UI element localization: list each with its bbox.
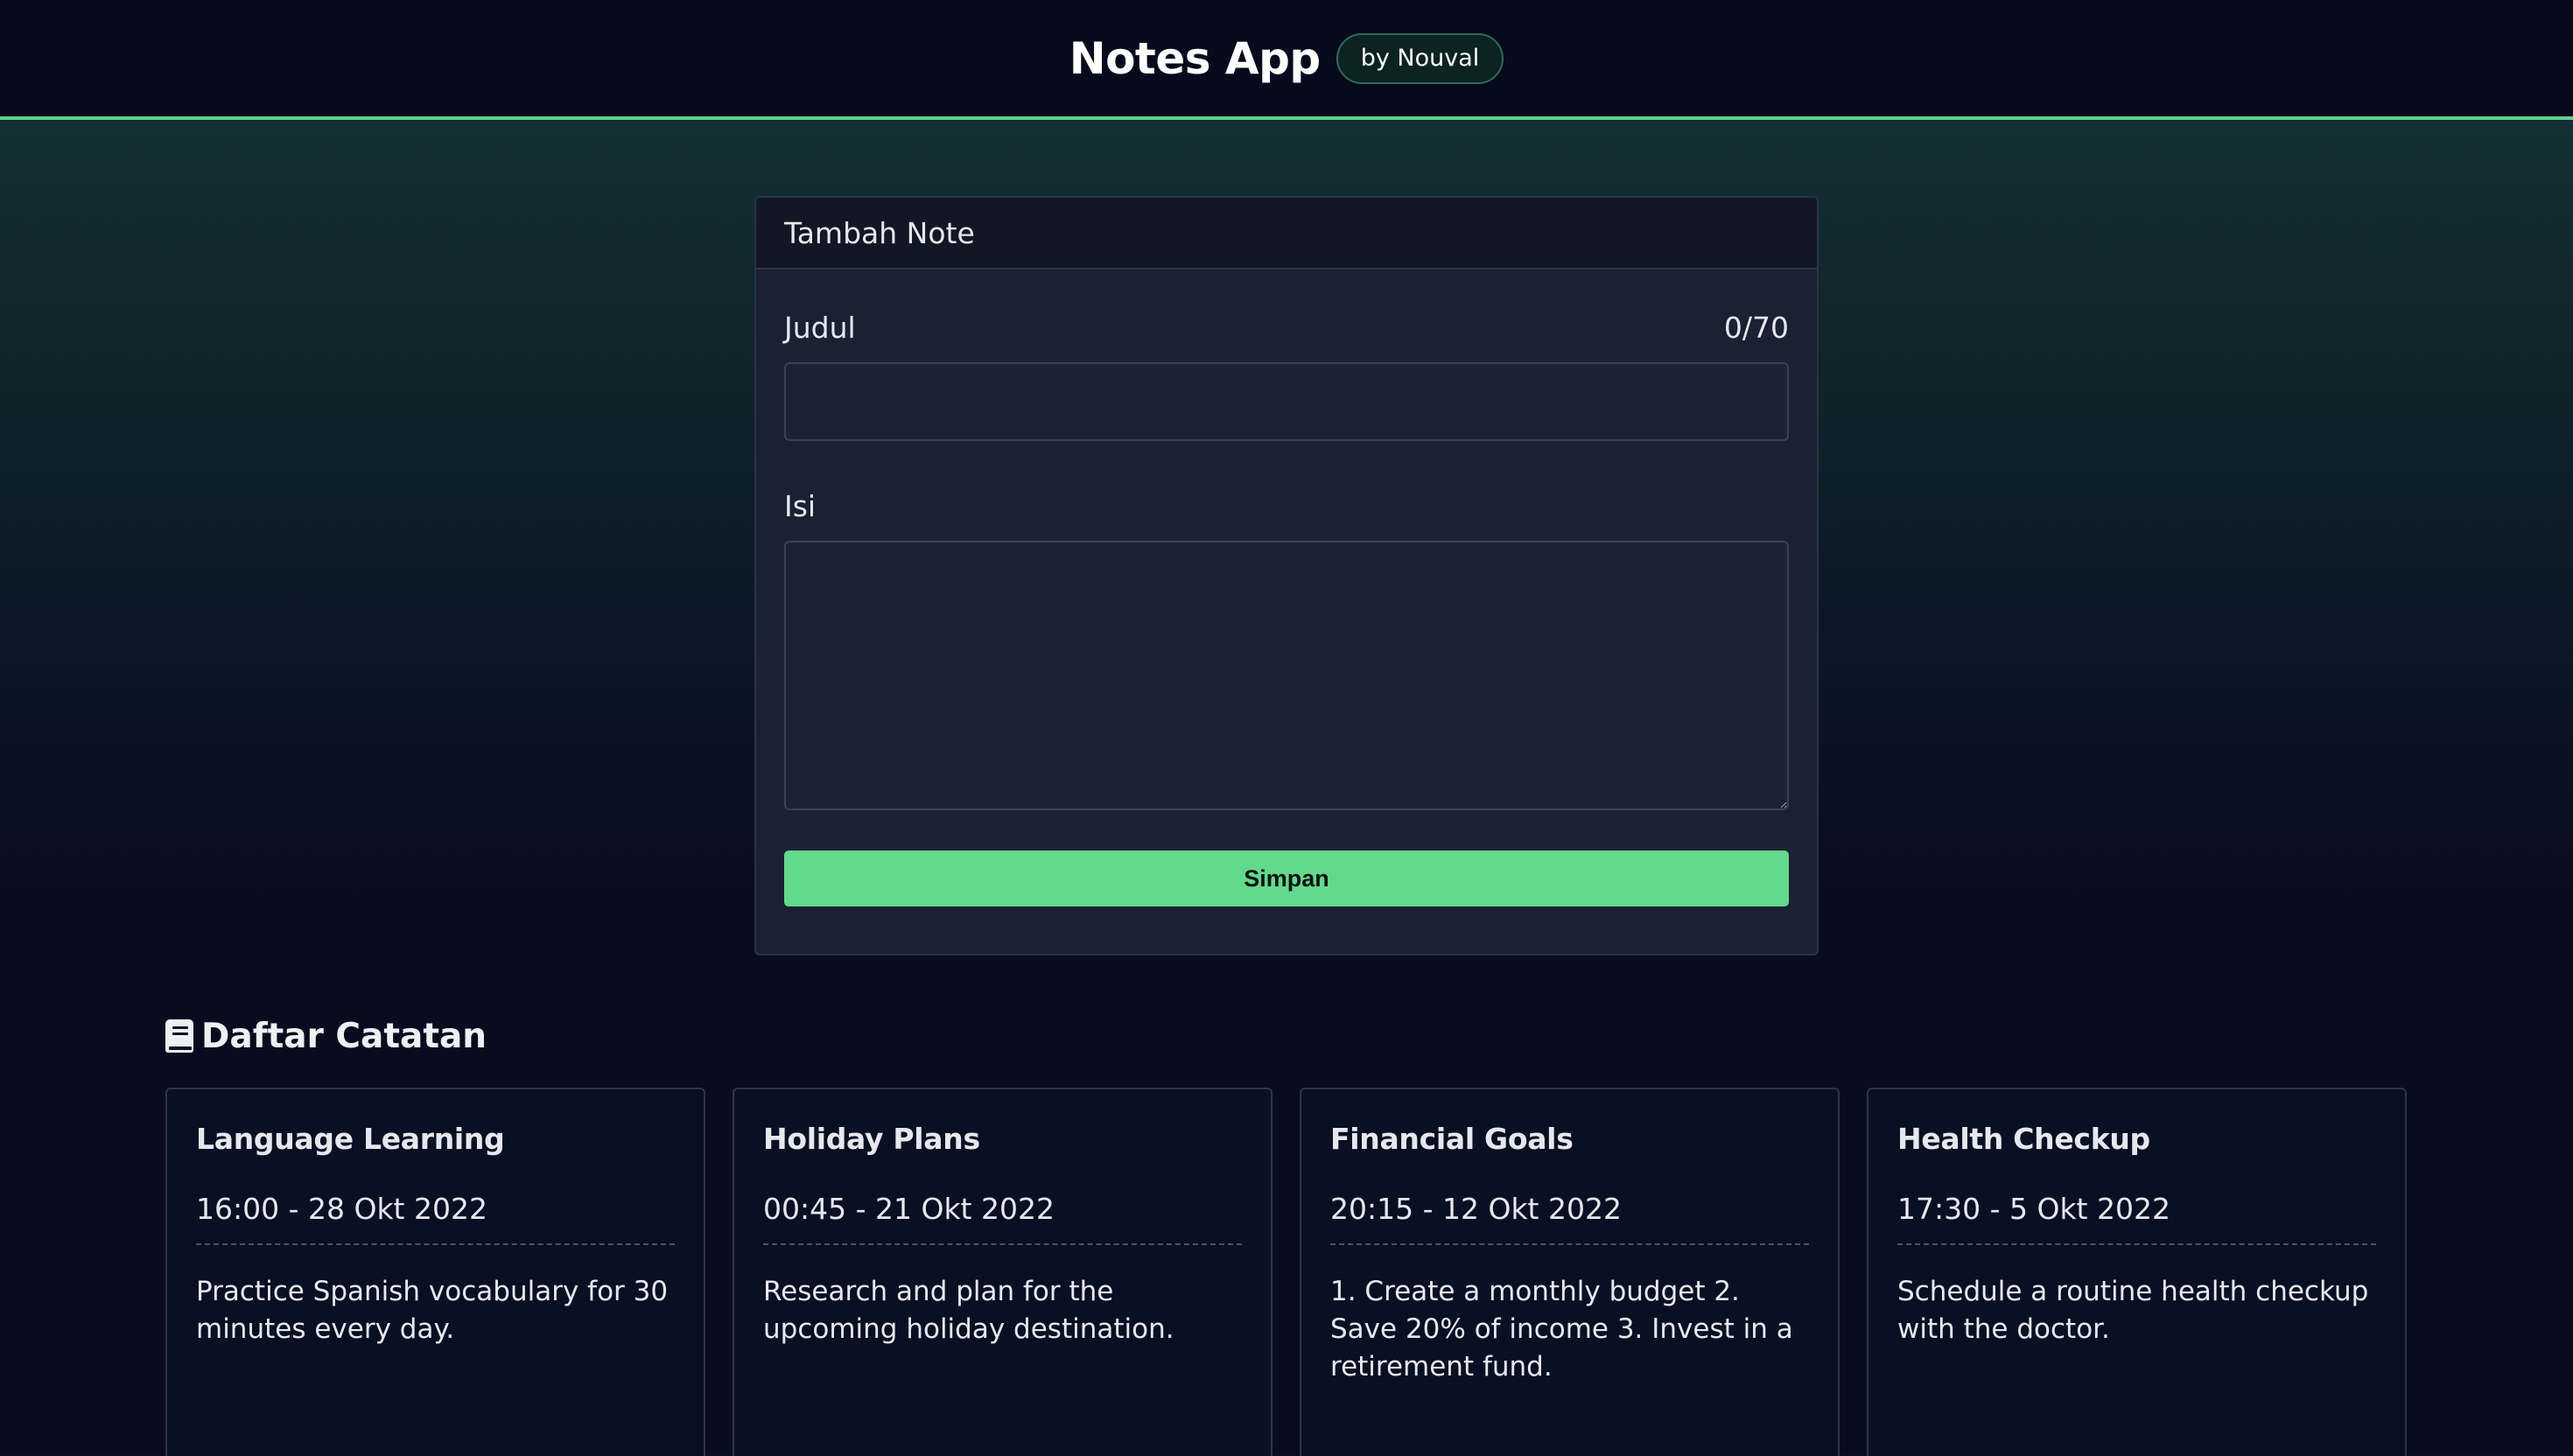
title-label-row: Judul 0/70 [784,310,1789,345]
note-card[interactable]: Language Learning 16:00 - 28 Okt 2022 Pr… [165,1088,705,1456]
notes-section-title: Daftar Catatan [165,1013,487,1059]
note-card[interactable]: Financial Goals 20:15 - 12 Okt 2022 1. C… [1300,1088,1840,1456]
save-button[interactable]: Simpan [784,850,1789,906]
book-icon [165,1018,194,1054]
title-char-counter: 0/70 [1723,310,1789,345]
app-title: Notes App [1069,32,1321,84]
title-input[interactable] [784,362,1789,441]
note-title: Financial Goals [1330,1121,1574,1156]
note-body: Practice Spanish vocabulary for 30 minut… [196,1276,669,1345]
author-badge: by Nouval [1336,32,1504,84]
note-date: 20:15 - 12 Okt 2022 [1330,1191,1622,1226]
note-card[interactable]: Health Checkup 17:30 - 5 Okt 2022 Schedu… [1867,1088,2407,1456]
note-date: 16:00 - 28 Okt 2022 [196,1191,487,1226]
note-title: Health Checkup [1897,1121,2150,1156]
note-date: 17:30 - 5 Okt 2022 [1897,1191,2170,1226]
title-label: Judul [784,310,856,345]
note-body: 1. Create a monthly budget 2. Save 20% o… [1330,1276,1793,1382]
note-title: Language Learning [196,1121,505,1156]
note-body: Schedule a routine health checkup with t… [1897,1276,2369,1345]
add-note-card: Tambah Note Judul 0/70 Isi Simpan [754,196,1819,956]
note-date: 00:45 - 21 Okt 2022 [763,1191,1055,1226]
app-header: Notes App by Nouval [0,0,2573,120]
note-divider [763,1243,1242,1245]
add-note-heading: Tambah Note [756,198,1817,270]
note-body: Research and plan for the upcoming holid… [763,1276,1174,1345]
notes-section-label: Daftar Catatan [201,1016,487,1056]
add-note-form: Judul 0/70 Isi Simpan [756,310,1817,906]
body-textarea[interactable] [784,541,1789,810]
note-divider [196,1243,675,1245]
note-card[interactable]: Holiday Plans 00:45 - 21 Okt 2022 Resear… [733,1088,1272,1456]
body-label: Isi [784,488,817,523]
note-title: Holiday Plans [763,1121,980,1156]
note-divider [1330,1243,1809,1245]
note-divider [1897,1243,2376,1245]
